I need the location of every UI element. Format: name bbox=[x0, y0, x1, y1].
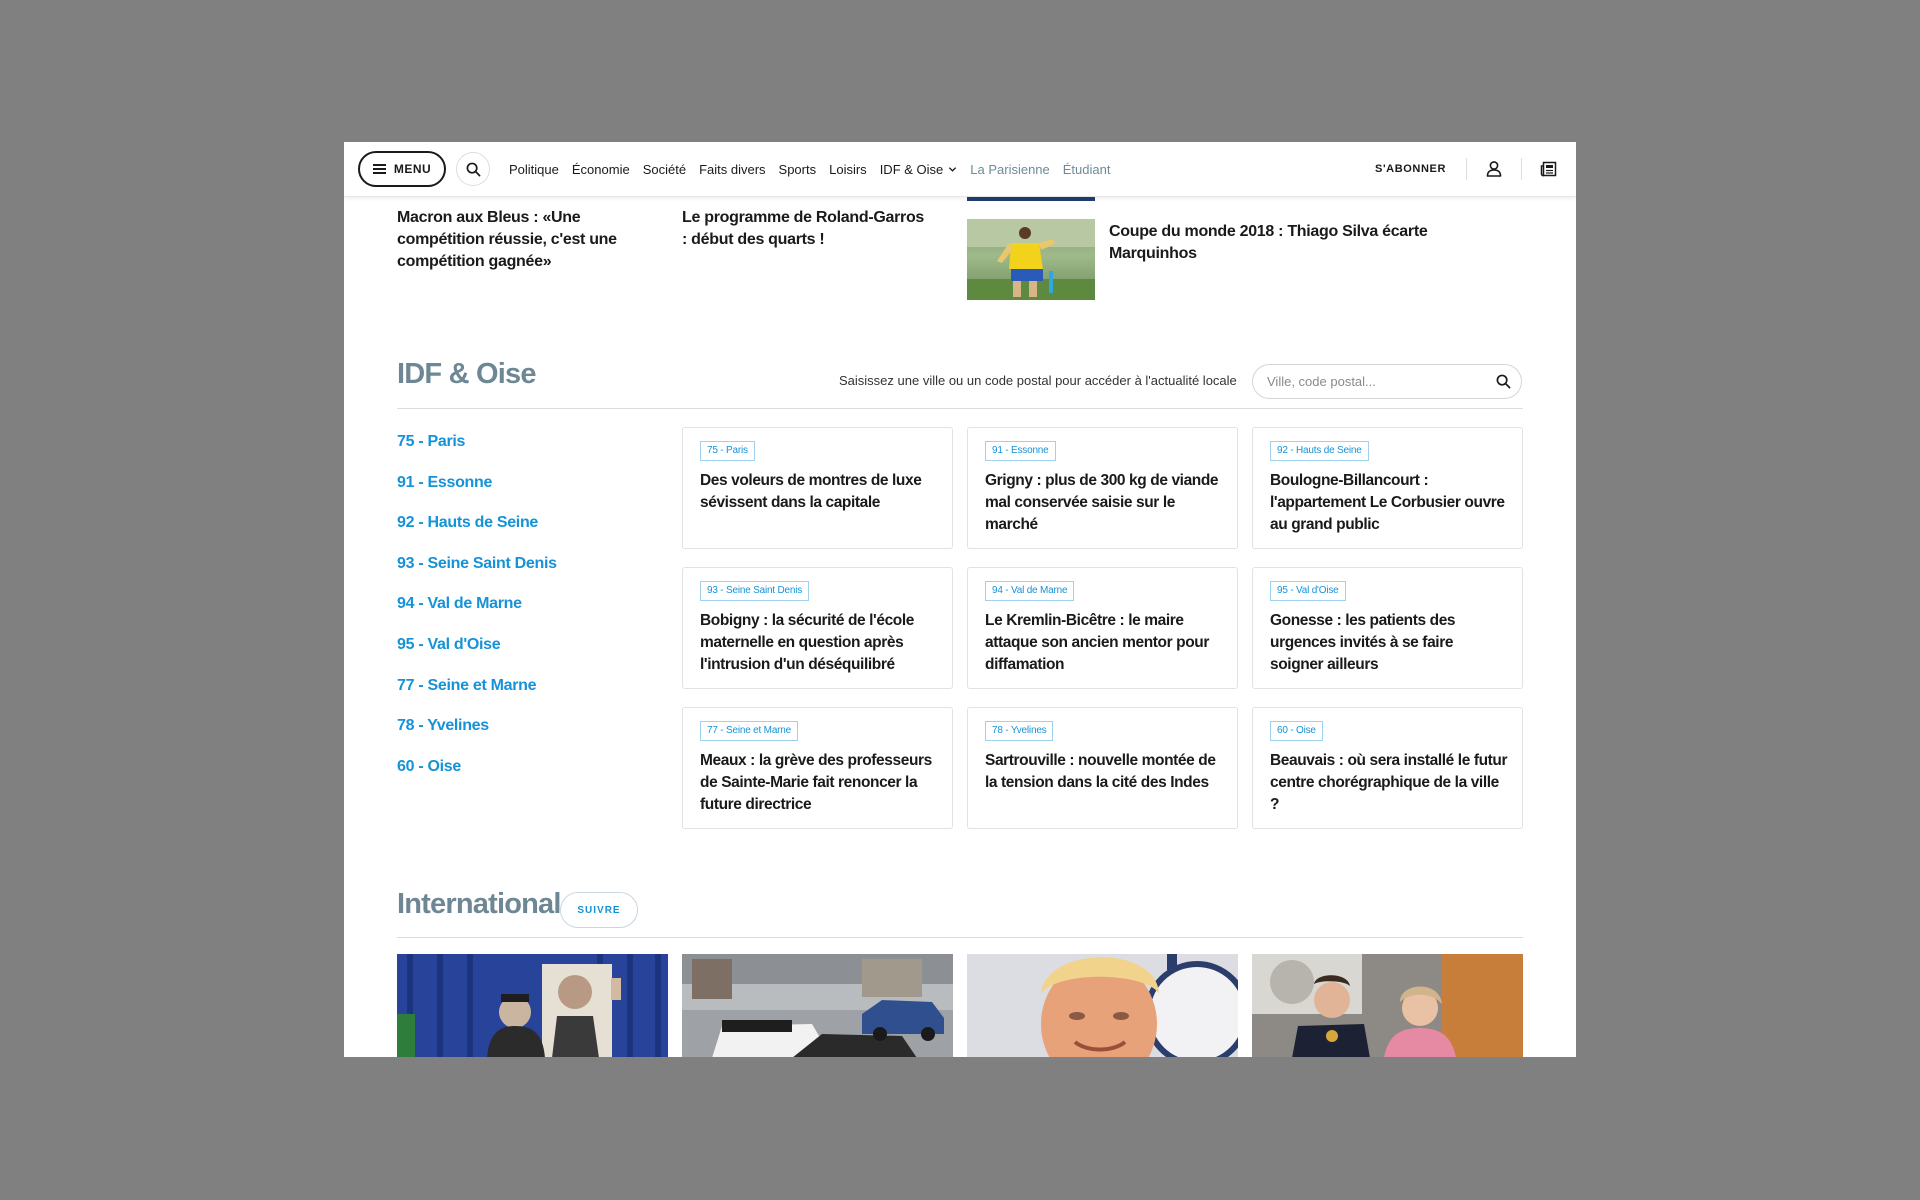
local-news-card[interactable]: 60 - Oise Beauvais : où sera installé le… bbox=[1252, 707, 1523, 829]
local-news-card[interactable]: 94 - Val de Marne Le Kremlin-Bicêtre : l… bbox=[967, 567, 1238, 689]
department-link-95[interactable]: 95 - Val d'Oise bbox=[397, 636, 557, 677]
local-news-card[interactable]: 91 - Essonne Grigny : plus de 300 kg de … bbox=[967, 427, 1238, 549]
nav-link-loisirs[interactable]: Loisirs bbox=[829, 162, 867, 177]
card-headline[interactable]: Beauvais : où sera installé le futur cen… bbox=[1270, 750, 1510, 816]
nav-link-la-parisienne[interactable]: La Parisienne bbox=[970, 162, 1050, 177]
search-button[interactable] bbox=[456, 152, 490, 186]
city-search-box[interactable] bbox=[1252, 364, 1522, 399]
menu-label: MENU bbox=[393, 162, 432, 176]
top-article-1[interactable]: Macron aux Bleus : «Une compétition réus… bbox=[397, 207, 667, 273]
newspaper-button[interactable] bbox=[1522, 151, 1576, 187]
international-article-image[interactable] bbox=[397, 954, 668, 1057]
chevron-down-icon bbox=[949, 166, 957, 172]
department-link-60[interactable]: 60 - Oise bbox=[397, 758, 557, 799]
department-tag[interactable]: 60 - Oise bbox=[1270, 721, 1323, 741]
section-divider bbox=[397, 937, 1523, 938]
hamburger-icon bbox=[372, 164, 386, 174]
card-headline[interactable]: Sartrouville : nouvelle montée de la ten… bbox=[985, 750, 1225, 794]
top-article-2[interactable]: Le programme de Roland-Garros : début de… bbox=[682, 207, 932, 251]
football-player-image bbox=[967, 219, 1095, 300]
nav-link-etudiant[interactable]: Étudiant bbox=[1063, 162, 1111, 177]
photo-portraits bbox=[397, 954, 668, 1057]
subscribe-link[interactable]: S'ABONNER bbox=[1375, 163, 1446, 175]
photo-street-police bbox=[682, 954, 953, 1057]
nav-link-idf-oise-label: IDF & Oise bbox=[879, 161, 944, 177]
nav-right: S'ABONNER bbox=[1375, 151, 1576, 187]
department-tag[interactable]: 91 - Essonne bbox=[985, 441, 1056, 461]
department-tag[interactable]: 78 - Yvelines bbox=[985, 721, 1054, 741]
article-thumbnail-football[interactable] bbox=[967, 219, 1095, 300]
local-news-card[interactable]: 92 - Hauts de Seine Boulogne-Billancourt… bbox=[1252, 427, 1523, 549]
local-news-card[interactable]: 75 - Paris Des voleurs de montres de lux… bbox=[682, 427, 953, 549]
department-tag[interactable]: 75 - Paris bbox=[700, 441, 755, 461]
international-article-image[interactable] bbox=[967, 954, 1238, 1057]
section-title-international[interactable]: International bbox=[397, 888, 561, 921]
department-link-93[interactable]: 93 - Seine Saint Denis bbox=[397, 555, 557, 596]
international-article-image[interactable] bbox=[1252, 954, 1523, 1057]
follow-button[interactable]: SUIVRE bbox=[560, 892, 638, 928]
local-news-card[interactable]: 95 - Val d'Oise Gonesse : les patients d… bbox=[1252, 567, 1523, 689]
nav-link-societe[interactable]: Société bbox=[643, 162, 686, 177]
browser-page: MENU Politique Économie Société Faits di… bbox=[344, 142, 1576, 1057]
card-headline[interactable]: Grigny : plus de 300 kg de viande mal co… bbox=[985, 470, 1225, 536]
card-headline[interactable]: Le Kremlin-Bicêtre : le maire attaque so… bbox=[985, 610, 1225, 676]
top-navigation: MENU Politique Économie Société Faits di… bbox=[344, 142, 1576, 197]
department-link-78[interactable]: 78 - Yvelines bbox=[397, 717, 557, 758]
locality-hint: Saisissez une ville ou un code postal po… bbox=[839, 373, 1237, 388]
department-link-94[interactable]: 94 - Val de Marne bbox=[397, 595, 557, 636]
card-headline[interactable]: Meaux : la grève des professeurs de Sain… bbox=[700, 750, 940, 816]
user-icon bbox=[1486, 161, 1502, 177]
card-headline[interactable]: Gonesse : les patients des urgences invi… bbox=[1270, 610, 1510, 676]
department-link-92[interactable]: 92 - Hauts de Seine bbox=[397, 514, 557, 555]
department-tag[interactable]: 94 - Val de Marne bbox=[985, 581, 1075, 601]
department-list: 75 - Paris 91 - Essonne 92 - Hauts de Se… bbox=[397, 433, 557, 798]
nav-link-politique[interactable]: Politique bbox=[509, 162, 559, 177]
top-article-3[interactable]: Coupe du monde 2018 : Thiago Silva écart… bbox=[1109, 221, 1509, 265]
card-headline[interactable]: Bobigny : la sécurité de l'école materne… bbox=[700, 610, 940, 676]
section-divider bbox=[397, 408, 1523, 409]
city-search-input[interactable] bbox=[1265, 373, 1496, 390]
section-title-idf-oise[interactable]: IDF & Oise bbox=[397, 358, 536, 391]
account-button[interactable] bbox=[1467, 151, 1521, 187]
search-icon[interactable] bbox=[1496, 374, 1511, 389]
department-link-75[interactable]: 75 - Paris bbox=[397, 433, 557, 474]
nav-link-sports[interactable]: Sports bbox=[779, 162, 817, 177]
search-icon bbox=[466, 162, 480, 176]
menu-button[interactable]: MENU bbox=[358, 151, 446, 187]
newspaper-icon bbox=[1540, 161, 1557, 177]
department-tag[interactable]: 77 - Seine et Marne bbox=[700, 721, 799, 741]
nav-link-economie[interactable]: Économie bbox=[572, 162, 630, 177]
department-tag[interactable]: 92 - Hauts de Seine bbox=[1270, 441, 1369, 461]
photo-leaders bbox=[1252, 954, 1523, 1057]
nav-link-faits-divers[interactable]: Faits divers bbox=[699, 162, 765, 177]
department-tag[interactable]: 95 - Val d'Oise bbox=[1270, 581, 1346, 601]
department-link-91[interactable]: 91 - Essonne bbox=[397, 474, 557, 515]
nav-links: Politique Économie Société Faits divers … bbox=[509, 162, 1123, 177]
department-tag[interactable]: 93 - Seine Saint Denis bbox=[700, 581, 810, 601]
nav-link-idf-oise[interactable]: IDF & Oise bbox=[880, 162, 958, 177]
photo-politician-portrait bbox=[967, 954, 1238, 1057]
local-news-card[interactable]: 78 - Yvelines Sartrouville : nouvelle mo… bbox=[967, 707, 1238, 829]
local-news-card[interactable]: 93 - Seine Saint Denis Bobigny : la sécu… bbox=[682, 567, 953, 689]
card-headline[interactable]: Boulogne-Billancourt : l'appartement Le … bbox=[1270, 470, 1510, 536]
department-link-77[interactable]: 77 - Seine et Marne bbox=[397, 677, 557, 718]
international-article-image[interactable] bbox=[682, 954, 953, 1057]
local-news-card[interactable]: 77 - Seine et Marne Meaux : la grève des… bbox=[682, 707, 953, 829]
card-headline[interactable]: Des voleurs de montres de luxe sévissent… bbox=[700, 470, 940, 514]
